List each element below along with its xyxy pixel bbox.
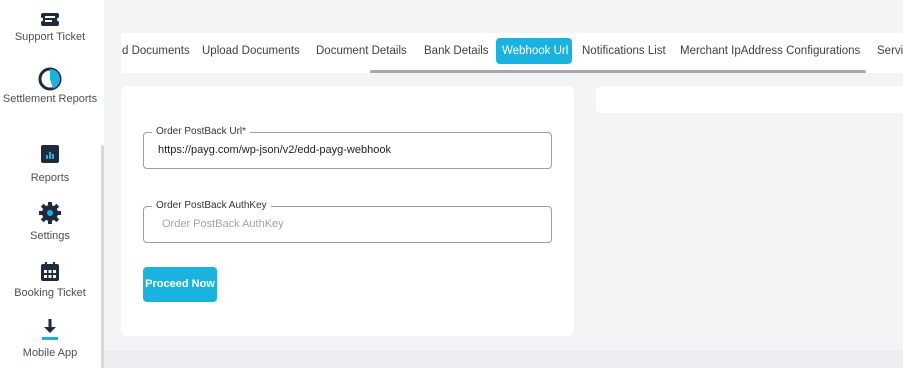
tab-bar: d Documents Upload Documents Document De… bbox=[121, 33, 903, 73]
pie-chart-icon bbox=[38, 67, 62, 91]
sidebar-item-mobile-app[interactable]: Mobile App bbox=[0, 318, 100, 361]
sidebar-item-label: Mobile App bbox=[22, 347, 78, 359]
proceed-now-button[interactable]: Proceed Now bbox=[143, 267, 217, 302]
postback-authkey-label: Order PostBack AuthKey bbox=[152, 199, 271, 213]
sidebar: Support Ticket Settlement Reports Report… bbox=[0, 0, 104, 368]
postback-authkey-field[interactable]: Order PostBack AuthKey Order PostBack Au… bbox=[143, 199, 552, 243]
side-card bbox=[596, 86, 903, 113]
sidebar-item-label: Settings bbox=[30, 230, 70, 242]
footer-strip bbox=[104, 350, 903, 368]
sidebar-scrollbar[interactable] bbox=[101, 145, 104, 368]
sidebar-item-booking-ticket[interactable]: Booking Ticket bbox=[0, 261, 100, 301]
sidebar-item-label: Settlement Reports bbox=[2, 93, 98, 105]
calendar-icon bbox=[41, 262, 59, 281]
sidebar-item-label: Support Ticket bbox=[14, 31, 86, 43]
webhook-form-card: Order PostBack Url* https://payg.com/wp-… bbox=[121, 86, 574, 336]
tab-merchant-ipaddress-configurations[interactable]: Merchant IpAddress Configurations bbox=[674, 38, 866, 64]
postback-url-label: Order PostBack Url* bbox=[152, 125, 251, 139]
tab-documents[interactable]: d Documents bbox=[121, 38, 196, 64]
tab-webhook-url[interactable]: Webhook Url bbox=[496, 38, 572, 64]
tab-upload-documents[interactable]: Upload Documents bbox=[196, 38, 306, 64]
ticket-icon bbox=[39, 13, 61, 26]
top-bar bbox=[104, 0, 903, 28]
tab-notifications-list[interactable]: Notifications List bbox=[576, 38, 672, 64]
download-icon bbox=[42, 319, 58, 340]
sidebar-item-settlement-reports[interactable]: Settlement Reports bbox=[0, 66, 100, 107]
sidebar-item-settings[interactable]: Settings bbox=[0, 201, 100, 244]
postback-authkey-input[interactable]: Order PostBack AuthKey bbox=[162, 217, 284, 231]
postback-url-field[interactable]: Order PostBack Url* https://payg.com/wp-… bbox=[143, 125, 552, 169]
tab-services[interactable]: Servi bbox=[871, 38, 903, 64]
tab-bank-details[interactable]: Bank Details bbox=[418, 38, 495, 64]
bar-chart-icon bbox=[41, 145, 59, 163]
sidebar-item-support-ticket[interactable]: Support Ticket bbox=[0, 8, 100, 45]
sidebar-item-label: Reports bbox=[30, 172, 70, 184]
gear-icon bbox=[39, 202, 61, 224]
tab-scrollbar[interactable] bbox=[370, 70, 866, 73]
sidebar-item-reports[interactable]: Reports bbox=[0, 143, 100, 186]
sidebar-item-label: Booking Ticket bbox=[14, 287, 86, 299]
postback-url-input[interactable]: https://payg.com/wp-json/v2/edd-payg-web… bbox=[158, 143, 391, 157]
tab-document-details[interactable]: Document Details bbox=[310, 38, 413, 64]
